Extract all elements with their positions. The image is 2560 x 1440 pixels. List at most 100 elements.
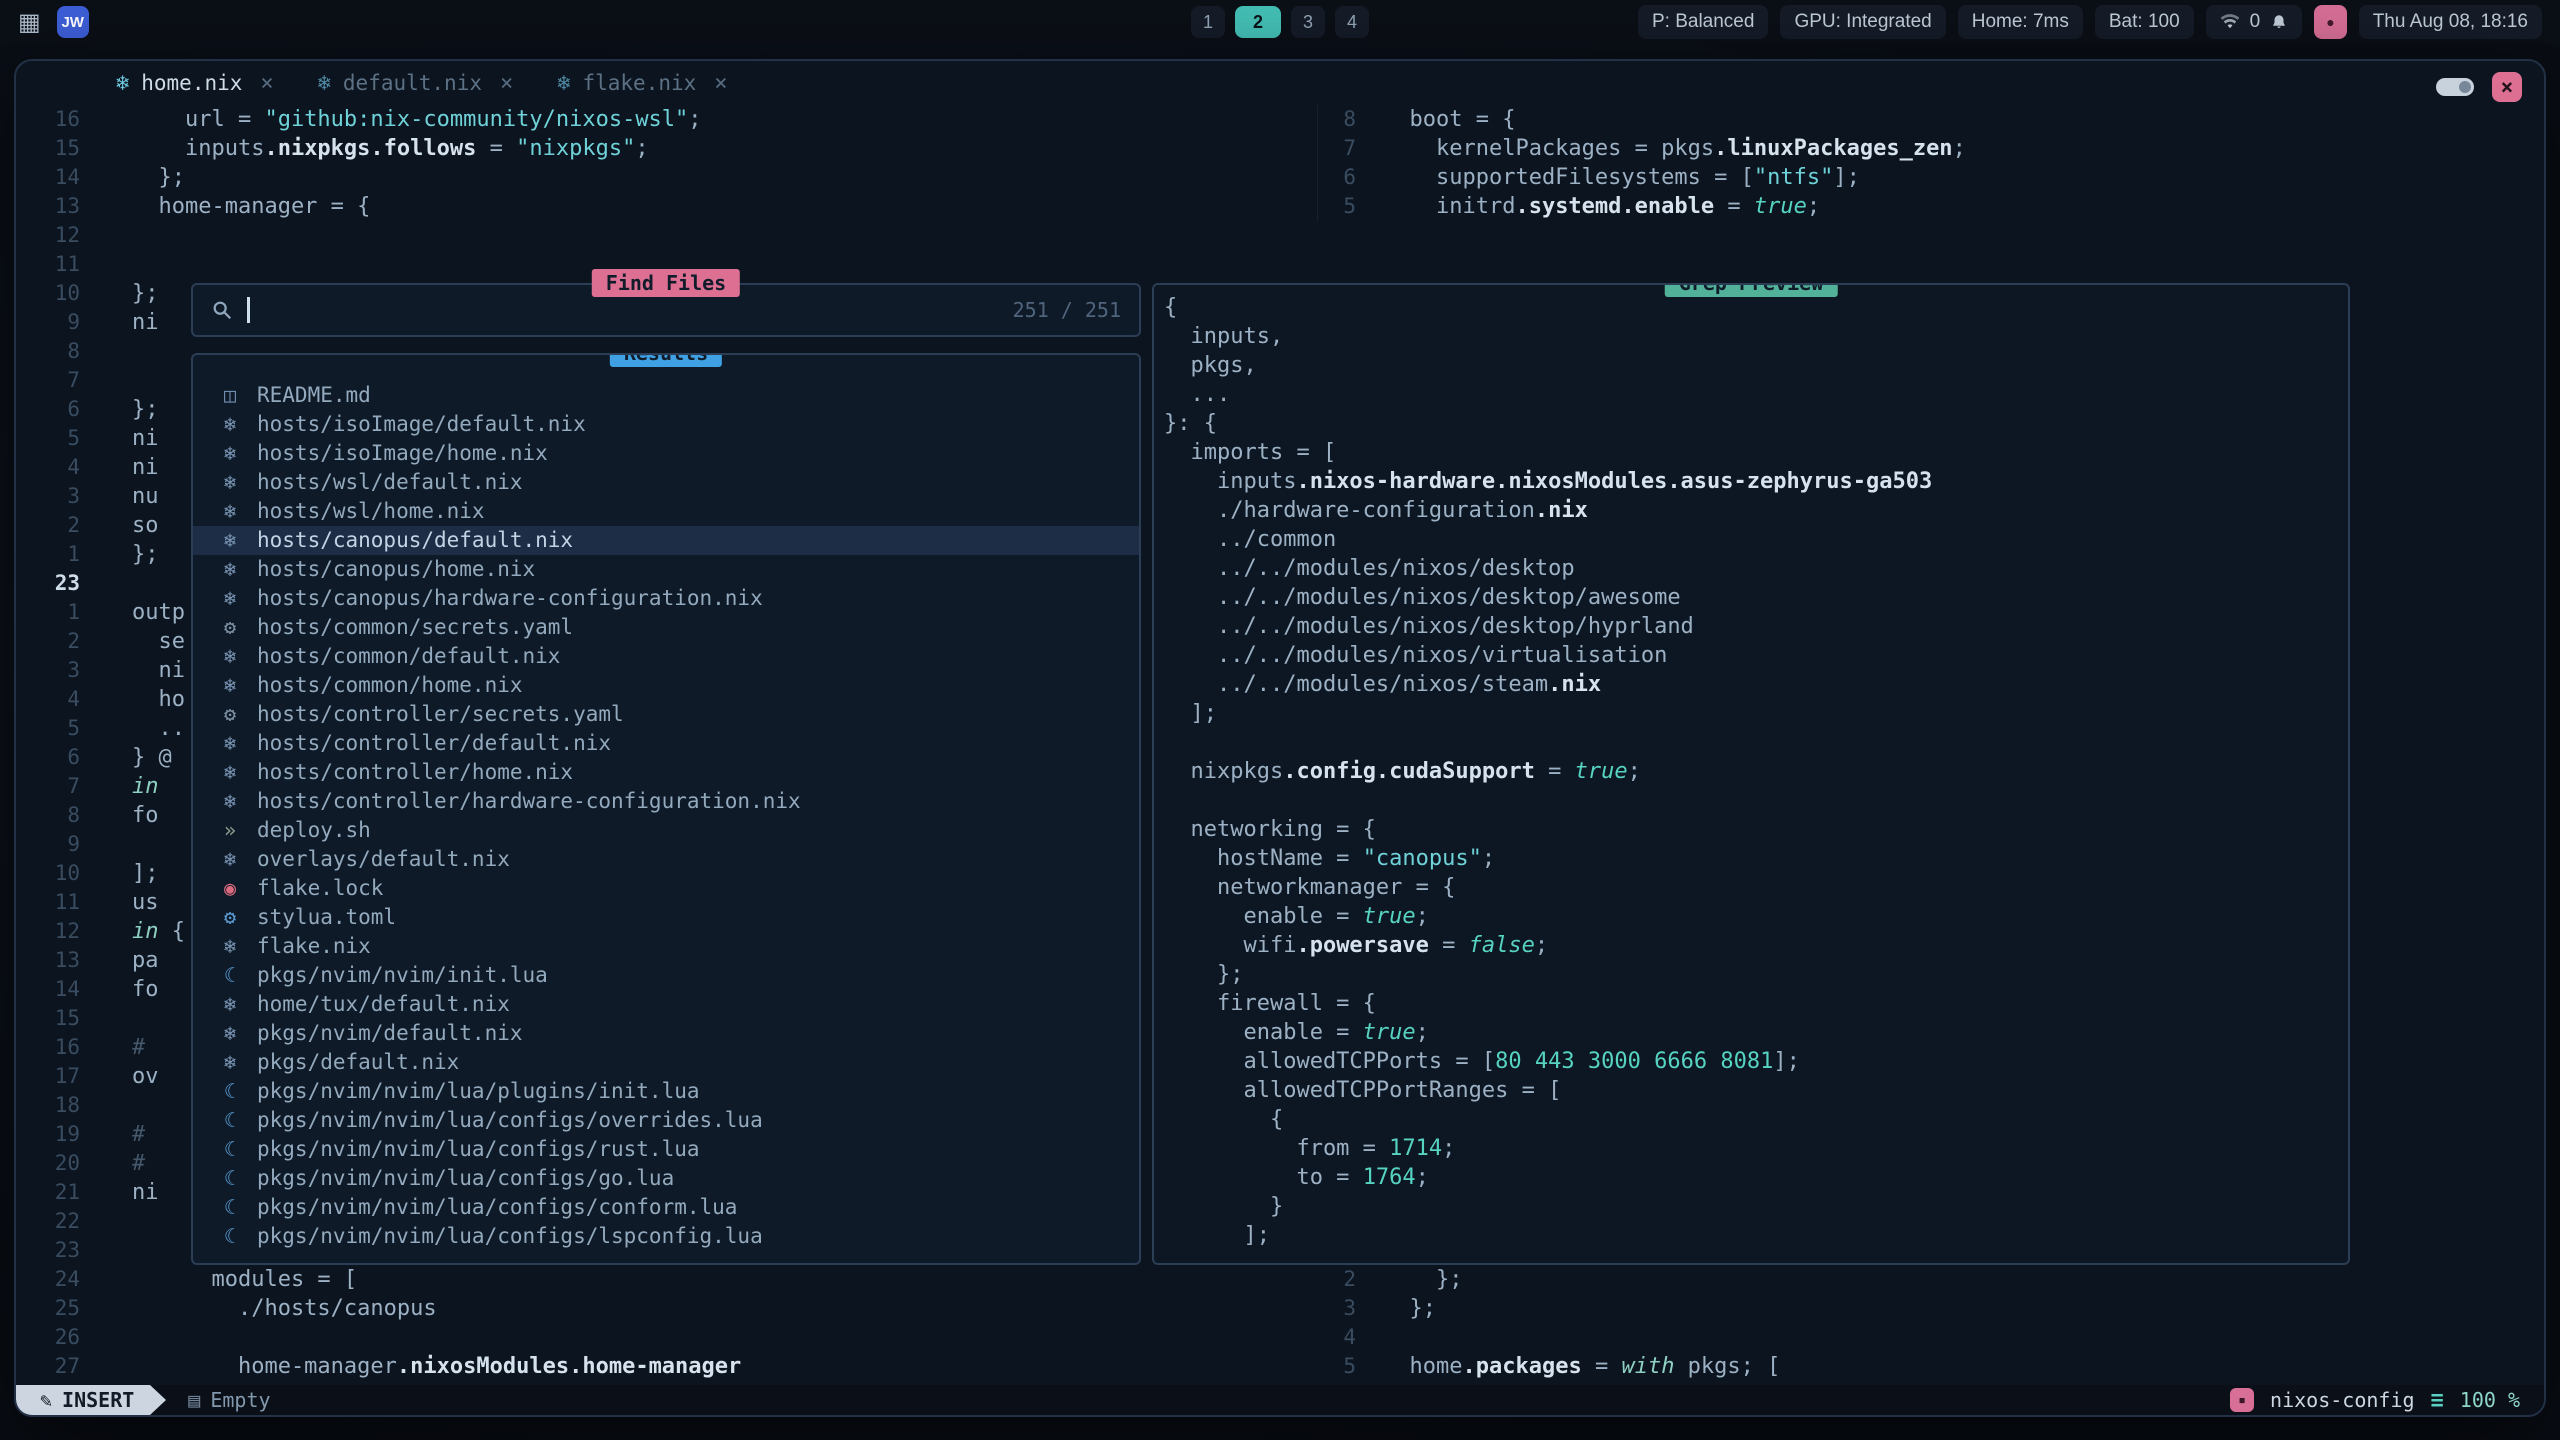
result-item[interactable]: ⚙stylua.toml (193, 903, 1139, 932)
result-item[interactable]: ❄hosts/isoImage/home.nix (193, 439, 1139, 468)
result-item[interactable]: ❄home/tux/default.nix (193, 990, 1139, 1019)
find-files-prompt[interactable]: Find Files 251 / 251 (191, 283, 1141, 337)
result-item[interactable]: ◉flake.lock (193, 874, 1139, 903)
code-text: se (132, 627, 185, 656)
app-launcher-icon[interactable]: ▦ (18, 8, 41, 37)
result-item[interactable]: » deploy.sh (193, 816, 1139, 845)
result-item[interactable]: ❄hosts/wsl/default.nix (193, 468, 1139, 497)
result-item[interactable]: ❄flake.nix (193, 932, 1139, 961)
code-line[interactable]: 27 home-manager.nixosModules.home-manage… (16, 1352, 1317, 1381)
code-line[interactable]: 7 kernelPackages = pkgs.linuxPackages_ze… (1318, 134, 2542, 163)
sh-file-icon: » (215, 816, 245, 845)
code-text: ho (132, 685, 185, 714)
code-line[interactable]: 4 (1318, 1323, 2542, 1352)
result-name: deploy.sh (257, 816, 371, 845)
status-pill: Bat: 100 (2095, 5, 2194, 39)
nix-file-icon: ❄ (215, 555, 245, 584)
result-name: pkgs/nvim/default.nix (257, 1019, 523, 1048)
record-button[interactable]: ● (2314, 5, 2346, 39)
result-item[interactable]: ❄pkgs/default.nix (193, 1048, 1139, 1077)
result-item[interactable]: ❄hosts/common/default.nix (193, 642, 1139, 671)
code-line[interactable]: 3 }; (1318, 1294, 2542, 1323)
line-number: 8 (16, 337, 80, 366)
record-icon: ● (2326, 14, 2334, 30)
result-item[interactable]: ❄hosts/canopus/home.nix (193, 555, 1139, 584)
tab-close-icon[interactable]: × (260, 71, 273, 96)
code-line[interactable]: 12 (16, 221, 1317, 250)
result-item[interactable]: ☾pkgs/nvim/nvim/init.lua (193, 961, 1139, 990)
result-item[interactable]: ❄hosts/canopus/hardware-configuration.ni… (193, 584, 1139, 613)
workspace-button-1[interactable]: 1 (1191, 6, 1225, 38)
line-number: 3 (16, 656, 80, 685)
line-number: 10 (16, 859, 80, 888)
workspace-button-2[interactable]: 2 (1235, 6, 1281, 38)
line-number: 27 (16, 1352, 80, 1381)
tab-close-icon[interactable]: × (500, 71, 513, 96)
code-line[interactable]: 6 supportedFilesystems = ["ntfs"]; (1318, 163, 2542, 192)
window-close-button[interactable]: × (2492, 72, 2522, 102)
code-line[interactable]: 8 boot = { (1318, 105, 2542, 134)
result-item[interactable]: ❄pkgs/nvim/default.nix (193, 1019, 1139, 1048)
result-item[interactable]: ❄hosts/isoImage/default.nix (193, 410, 1139, 439)
line-number: 15 (16, 1004, 80, 1033)
line-number: 3 (1318, 1294, 1356, 1323)
mode-badge: ✎ INSERT (16, 1385, 150, 1415)
code-line[interactable]: 5 initrd.systemd.enable = true; (1318, 192, 2542, 221)
preview-line: enable = true; (1164, 1018, 2348, 1047)
right-split: 8 boot = {7 kernelPackages = pkgs.linuxP… (1317, 105, 2542, 221)
result-item[interactable]: ❄hosts/canopus/default.nix (193, 526, 1139, 555)
status-pills: P: BalancedGPU: IntegratedHome: 7msBat: … (1638, 5, 2194, 39)
code-line[interactable]: 24 modules = [ (16, 1265, 1317, 1294)
code-line[interactable]: 2 }; (1318, 1265, 2542, 1294)
code-text: outp (132, 598, 185, 627)
result-item[interactable]: ☾pkgs/nvim/nvim/lua/plugins/init.lua (193, 1077, 1139, 1106)
result-item[interactable]: ◫README.md (193, 381, 1139, 410)
code-line[interactable]: 13 home-manager = { (16, 192, 1317, 221)
line-number: 10 (16, 279, 80, 308)
tab-label: flake.nix (582, 71, 696, 95)
code-line[interactable]: 14 }; (16, 163, 1317, 192)
code-text: kernelPackages = pkgs.linuxPackages_zen; (1383, 134, 1966, 163)
window-pin-toggle[interactable] (2436, 78, 2474, 96)
tab-home.nix[interactable]: ❄home.nix× (94, 61, 296, 105)
code-line[interactable]: 5 home.packages = with pkgs; [ (1318, 1352, 2542, 1381)
tab-flake.nix[interactable]: ❄flake.nix× (535, 61, 749, 105)
logo-badge[interactable]: JW (57, 6, 89, 38)
workspace-button-4[interactable]: 4 (1335, 6, 1369, 38)
result-name: hosts/isoImage/home.nix (257, 439, 548, 468)
preview-line: ../../modules/nixos/desktop (1164, 554, 2348, 583)
result-item[interactable]: ☾pkgs/nvim/nvim/lua/configs/conform.lua (193, 1193, 1139, 1222)
result-item[interactable]: ❄hosts/controller/home.nix (193, 758, 1139, 787)
line-number: 23 (16, 569, 80, 598)
nix-file-icon: ❄ (215, 671, 245, 700)
result-item[interactable]: ☾pkgs/nvim/nvim/lua/configs/lspconfig.lu… (193, 1222, 1139, 1251)
line-number: 1 (16, 598, 80, 627)
tab-close-icon[interactable]: × (714, 71, 727, 96)
code-text: ]; (132, 859, 159, 888)
result-name: stylua.toml (257, 903, 396, 932)
result-item[interactable]: ⚙hosts/controller/secrets.yaml (193, 700, 1139, 729)
code-text: inputs.nixpkgs.follows = "nixpkgs"; (132, 134, 649, 163)
code-line[interactable]: 16 url = "github:nix-community/nixos-wsl… (16, 105, 1317, 134)
code-line[interactable]: 26 (16, 1323, 1317, 1352)
workspace-button-3[interactable]: 3 (1291, 6, 1325, 38)
result-item[interactable]: ❄hosts/controller/hardware-configuration… (193, 787, 1139, 816)
line-number: 2 (16, 511, 80, 540)
result-item[interactable]: ❄hosts/wsl/home.nix (193, 497, 1139, 526)
tab-default.nix[interactable]: ❄default.nix× (296, 61, 536, 105)
result-item[interactable]: ☾pkgs/nvim/nvim/lua/configs/go.lua (193, 1164, 1139, 1193)
result-item[interactable]: ⚙hosts/common/secrets.yaml (193, 613, 1139, 642)
result-item[interactable]: ☾pkgs/nvim/nvim/lua/configs/rust.lua (193, 1135, 1139, 1164)
topbar-left: ▦ JW (18, 6, 89, 38)
result-name: pkgs/nvim/nvim/lua/configs/rust.lua (257, 1135, 700, 1164)
line-number: 8 (1318, 105, 1356, 134)
result-item[interactable]: ❄overlays/default.nix (193, 845, 1139, 874)
result-item[interactable]: ❄hosts/controller/default.nix (193, 729, 1139, 758)
code-line[interactable]: 25 ./hosts/canopus (16, 1294, 1317, 1323)
result-item[interactable]: ☾pkgs/nvim/nvim/lua/configs/overrides.lu… (193, 1106, 1139, 1135)
result-name: hosts/controller/home.nix (257, 758, 573, 787)
result-name: hosts/common/secrets.yaml (257, 613, 573, 642)
code-line[interactable]: 15 inputs.nixpkgs.follows = "nixpkgs"; (16, 134, 1317, 163)
result-item[interactable]: ❄hosts/common/home.nix (193, 671, 1139, 700)
status-pill: GPU: Integrated (1780, 5, 1945, 39)
